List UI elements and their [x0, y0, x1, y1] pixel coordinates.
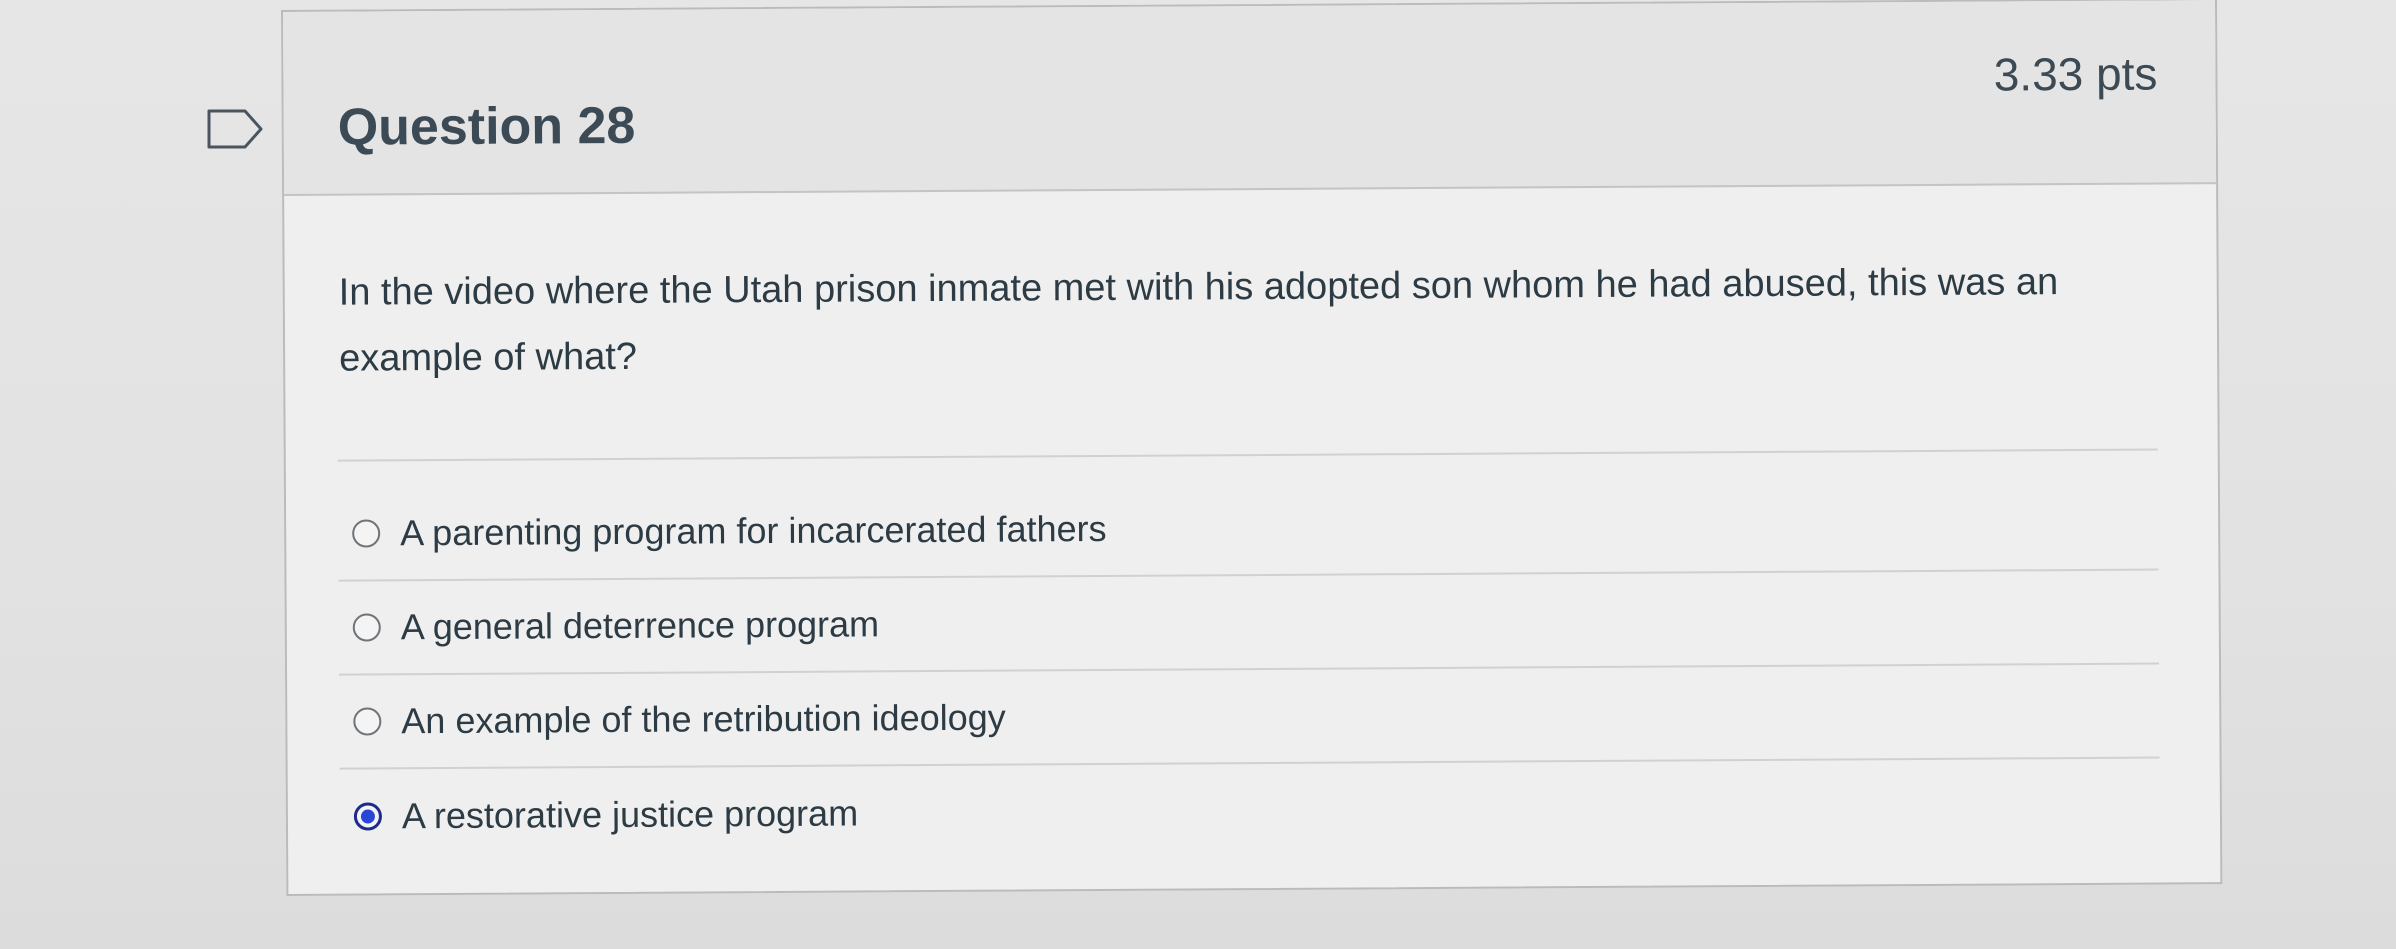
- question-points: 3.33 pts: [1993, 47, 2158, 101]
- answer-option-restorative[interactable]: A restorative justice program: [340, 759, 2161, 864]
- radio-button-selected[interactable]: [353, 802, 383, 831]
- radio-button[interactable]: [352, 613, 381, 642]
- answer-option-deterrence[interactable]: A general deterrence program: [338, 570, 2160, 676]
- question-title: Question 28: [337, 96, 636, 157]
- answer-label[interactable]: A restorative justice program: [402, 792, 858, 837]
- question-divider: [337, 448, 2158, 462]
- answer-label[interactable]: A general deterrence program: [401, 603, 880, 648]
- answer-option-parenting[interactable]: A parenting program for incarcerated fat…: [337, 476, 2159, 582]
- question-card: Question 28 3.33 pts In the video where …: [281, 0, 2223, 896]
- answer-label[interactable]: A parenting program for incarcerated fat…: [400, 508, 1107, 554]
- answer-option-retribution[interactable]: An example of the retribution ideology: [339, 664, 2160, 770]
- question-header: Question 28 3.33 pts: [283, 0, 2217, 196]
- radio-button[interactable]: [353, 707, 382, 736]
- question-text: In the video where the Utah prison inmat…: [338, 261, 2059, 380]
- answer-label[interactable]: An example of the retribution ideology: [401, 697, 1006, 743]
- answer-list: A parenting program for incarcerated fat…: [337, 476, 2161, 864]
- flag-question-icon[interactable]: [205, 107, 265, 151]
- radio-button[interactable]: [352, 519, 381, 548]
